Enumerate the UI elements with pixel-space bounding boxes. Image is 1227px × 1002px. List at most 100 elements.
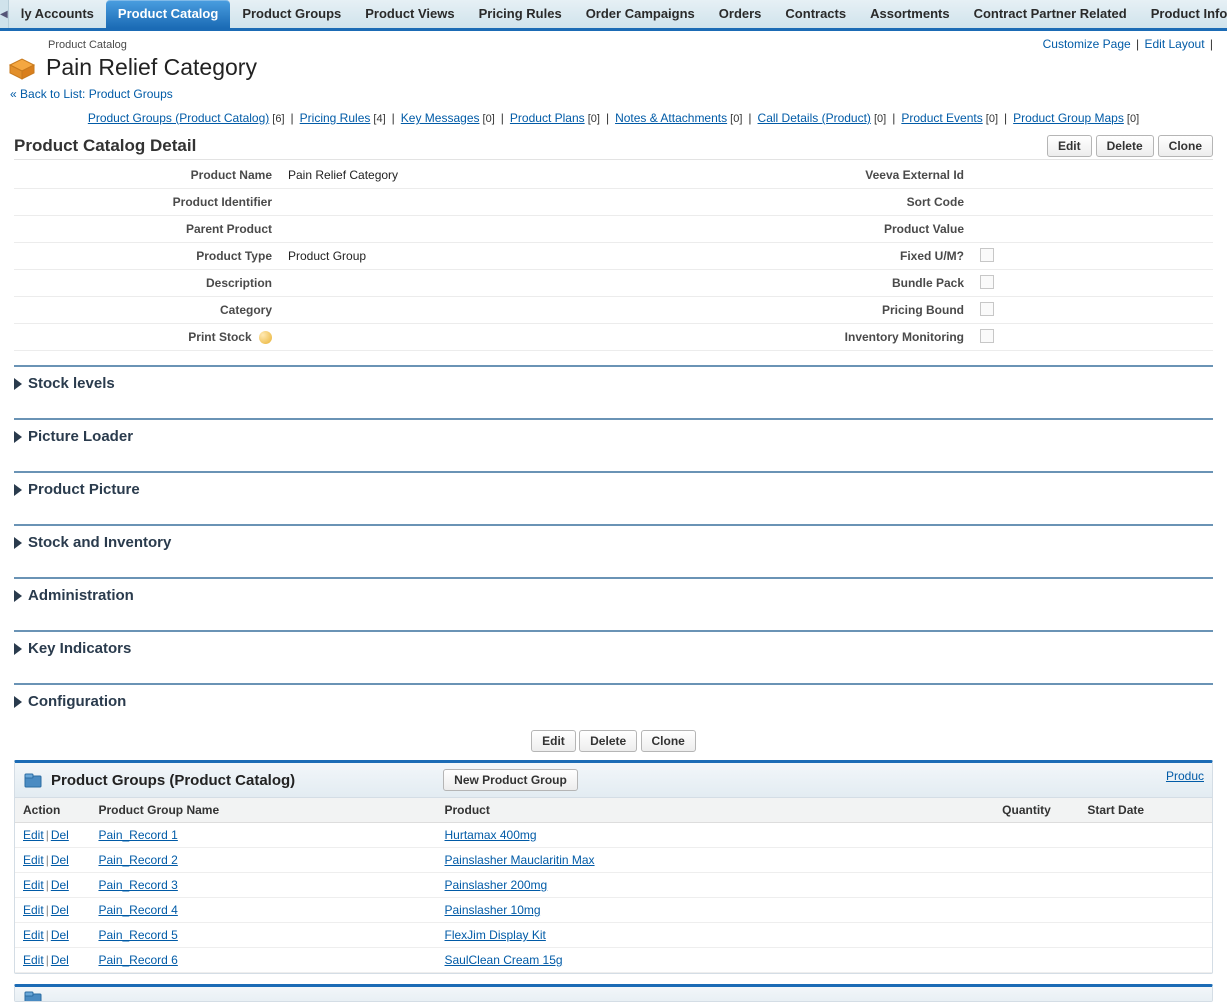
product-group-name-link[interactable]: Pain_Record 5 [98,928,177,942]
related-help-link[interactable]: Produc [1166,769,1204,783]
nav-tab-orders[interactable]: Orders [707,0,774,28]
value-product-value [972,216,1213,243]
row-edit-link[interactable]: Edit [23,853,44,867]
anchor-pricing-rules[interactable]: Pricing Rules [300,111,371,125]
cell-quantity [994,848,1079,873]
anchor-product-groups-product-catalog-[interactable]: Product Groups (Product Catalog) [88,111,269,125]
row-del-link[interactable]: Del [51,853,69,867]
label-veeva-external-id: Veeva External Id [646,162,972,189]
checkbox-bundle-pack [980,275,994,289]
table-row: Edit|DelPain_Record 4Painslasher 10mg [15,898,1212,923]
nav-tab-product-catalog[interactable]: Product Catalog [106,0,230,28]
anchor-count: [6] [269,113,284,125]
cell-quantity [994,823,1079,848]
product-group-name-link[interactable]: Pain_Record 4 [98,903,177,917]
chevron-right-icon [14,696,22,708]
nav-tab-product-informations[interactable]: Product Informations [1139,0,1227,28]
value-veeva-external-id [972,162,1213,189]
help-icon[interactable] [259,331,272,344]
section-stock-levels: Stock levels [14,365,1213,404]
anchor-count: [0] [871,113,886,125]
anchor-product-plans[interactable]: Product Plans [510,111,585,125]
anchor-key-messages[interactable]: Key Messages [401,111,480,125]
product-link[interactable]: Painslasher Mauclaritin Max [445,853,595,867]
product-link[interactable]: Hurtamax 400mg [445,828,537,842]
product-group-name-link[interactable]: Pain_Record 2 [98,853,177,867]
value-category [280,297,646,324]
section-toggle[interactable]: Stock and Inventory [14,534,1213,563]
nav-scroll-left[interactable]: ◀ [0,0,9,28]
related-list-anchors: Product Groups (Product Catalog) [6]|Pri… [6,111,1221,125]
related-list-title: Product Groups (Product Catalog) [51,772,295,789]
cell-quantity [994,898,1079,923]
section-product-picture: Product Picture [14,471,1213,510]
row-del-link[interactable]: Del [51,903,69,917]
nav-tab-contract-partner-related[interactable]: Contract Partner Related [962,0,1139,28]
nav-tab-contracts[interactable]: Contracts [773,0,858,28]
anchor-product-group-maps[interactable]: Product Group Maps [1013,111,1124,125]
new-product-group-button[interactable]: New Product Group [443,769,578,791]
anchor-count: [0] [727,113,742,125]
row-del-link[interactable]: Del [51,828,69,842]
customize-page-link[interactable]: Customize Page [1043,37,1131,51]
anchor-count: [0] [480,113,495,125]
clone-button-bottom[interactable]: Clone [641,730,696,752]
back-to-list-link[interactable]: Back to List: Product Groups [20,87,173,101]
row-edit-link[interactable]: Edit [23,878,44,892]
product-group-name-link[interactable]: Pain_Record 1 [98,828,177,842]
row-del-link[interactable]: Del [51,928,69,942]
row-del-link[interactable]: Del [51,878,69,892]
anchor-call-details-product-[interactable]: Call Details (Product) [758,111,871,125]
checkbox-inventory-monitoring [980,329,994,343]
chevron-right-icon [14,484,22,496]
row-edit-link[interactable]: Edit [23,828,44,842]
delete-button-bottom[interactable]: Delete [579,730,637,752]
section-toggle[interactable]: Product Picture [14,481,1213,510]
product-catalog-icon [6,51,38,83]
anchor-notes-attachments[interactable]: Notes & Attachments [615,111,727,125]
anchor-product-events[interactable]: Product Events [901,111,982,125]
nav-tab-product-views[interactable]: Product Views [353,0,466,28]
product-group-name-link[interactable]: Pain_Record 3 [98,878,177,892]
chevron-right-icon [14,431,22,443]
section-toggle[interactable]: Administration [14,587,1213,616]
nav-tab-product-groups[interactable]: Product Groups [230,0,353,28]
delete-button[interactable]: Delete [1096,135,1154,157]
clone-button[interactable]: Clone [1158,135,1213,157]
label-inventory-monitoring: Inventory Monitoring [646,324,972,351]
edit-button-bottom[interactable]: Edit [531,730,576,752]
section-toggle[interactable]: Configuration [14,693,1213,722]
detail-fields-table: Product Name Pain Relief Category Veeva … [14,162,1213,351]
section-toggle[interactable]: Stock levels [14,375,1213,404]
cell-start-date [1079,873,1212,898]
row-del-link[interactable]: Del [51,953,69,967]
label-category: Category [14,297,280,324]
chevron-right-icon [14,378,22,390]
anchor-count: [0] [585,113,600,125]
col-product-group-name: Product Group Name [90,798,436,823]
product-link[interactable]: FlexJim Display Kit [445,928,546,942]
chevron-right-icon [14,537,22,549]
label-bundle-pack: Bundle Pack [646,270,972,297]
row-edit-link[interactable]: Edit [23,928,44,942]
anchor-count: [0] [1124,113,1139,125]
product-link[interactable]: Painslasher 10mg [445,903,541,917]
section-toggle[interactable]: Key Indicators [14,640,1213,669]
section-label: Stock levels [28,375,115,392]
product-group-name-link[interactable]: Pain_Record 6 [98,953,177,967]
row-edit-link[interactable]: Edit [23,953,44,967]
product-link[interactable]: Painslasher 200mg [445,878,548,892]
value-product-type: Product Group [280,243,646,270]
product-link[interactable]: SaulClean Cream 15g [445,953,563,967]
table-row: Edit|DelPain_Record 2Painslasher Mauclar… [15,848,1212,873]
nav-tab-assortments[interactable]: Assortments [858,0,961,28]
related-list-next [14,984,1213,1002]
edit-button[interactable]: Edit [1047,135,1092,157]
nav-tab-order-campaigns[interactable]: Order Campaigns [574,0,707,28]
row-edit-link[interactable]: Edit [23,903,44,917]
nav-tab-ly-accounts[interactable]: ly Accounts [9,0,106,28]
edit-layout-link[interactable]: Edit Layout [1144,37,1204,51]
section-toggle[interactable]: Picture Loader [14,428,1213,457]
nav-tab-pricing-rules[interactable]: Pricing Rules [467,0,574,28]
chevron-right-icon [14,590,22,602]
